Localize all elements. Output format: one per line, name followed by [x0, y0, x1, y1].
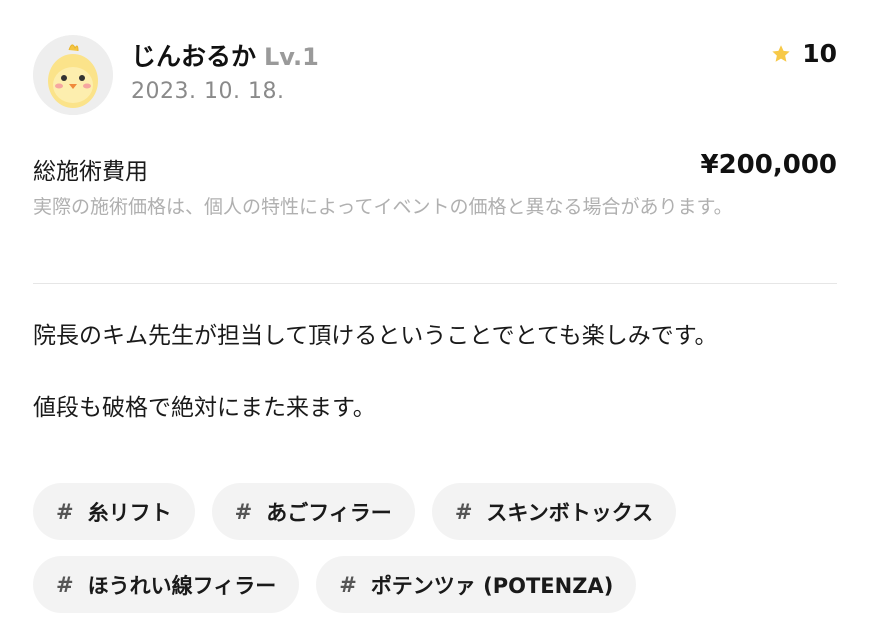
review-header: じんおるか Lv.1 2023. 10. 18. 10: [33, 33, 837, 117]
tag-label: あごフィラー: [266, 500, 392, 525]
tag-chip[interactable]: # スキンボトックス: [431, 483, 677, 540]
cost-note: 実際の施術価格は、個人の特性によってイベントの価格と異なる場合があります。: [33, 196, 733, 218]
tag-chip[interactable]: # あごフィラー: [211, 483, 415, 540]
hash-icon: #: [454, 499, 473, 524]
hash-icon: #: [234, 499, 253, 524]
star-icon: [772, 44, 790, 62]
tag-chip[interactable]: # ポテンツァ (POTENZA): [316, 556, 637, 613]
user-name: じんおるか Lv.1: [131, 37, 319, 73]
tag-chip[interactable]: # ほうれい線フィラー: [33, 556, 300, 613]
review-date: 2023. 10. 18.: [131, 79, 285, 104]
cost-label: 総施術費用: [33, 159, 148, 185]
tag-chip[interactable]: # 糸リフト: [33, 483, 195, 540]
chick-avatar-icon: [33, 35, 113, 115]
review-body: 院長のキム先生が担当して頂けるということでとても楽しみです。 値段も破格で絶対に…: [33, 318, 837, 426]
tag-label: スキンボトックス: [486, 500, 654, 525]
tag-label: ポテンツァ (POTENZA): [370, 573, 614, 598]
tag-list: # 糸リフト # あごフィラー # スキンボトックス # ほうれい線フィラー #…: [33, 483, 837, 613]
hash-icon: #: [339, 572, 357, 597]
user-level: Lv.1: [264, 43, 319, 71]
rating-value: 10: [802, 39, 837, 68]
review-paragraph: 値段も破格で絶対にまた来ます。: [33, 395, 376, 421]
hash-icon: #: [56, 499, 74, 524]
tag-row: # 糸リフト # あごフィラー # スキンボトックス: [33, 483, 837, 540]
cost-value: ¥200,000: [700, 150, 837, 180]
rating: 10: [770, 39, 837, 68]
review-paragraph: 院長のキム先生が担当して頂けるということでとても楽しみです。: [33, 323, 718, 349]
divider: [33, 283, 837, 284]
tag-row: # ほうれい線フィラー # ポテンツァ (POTENZA): [33, 556, 837, 613]
tag-label: ほうれい線フィラー: [87, 573, 277, 598]
tag-label: 糸リフト: [87, 500, 172, 525]
cost-row: 総施術費用 ¥200,000: [33, 150, 837, 186]
avatar[interactable]: [33, 35, 113, 115]
user-name-text: じんおるか: [131, 42, 257, 71]
hash-icon: #: [56, 572, 74, 597]
